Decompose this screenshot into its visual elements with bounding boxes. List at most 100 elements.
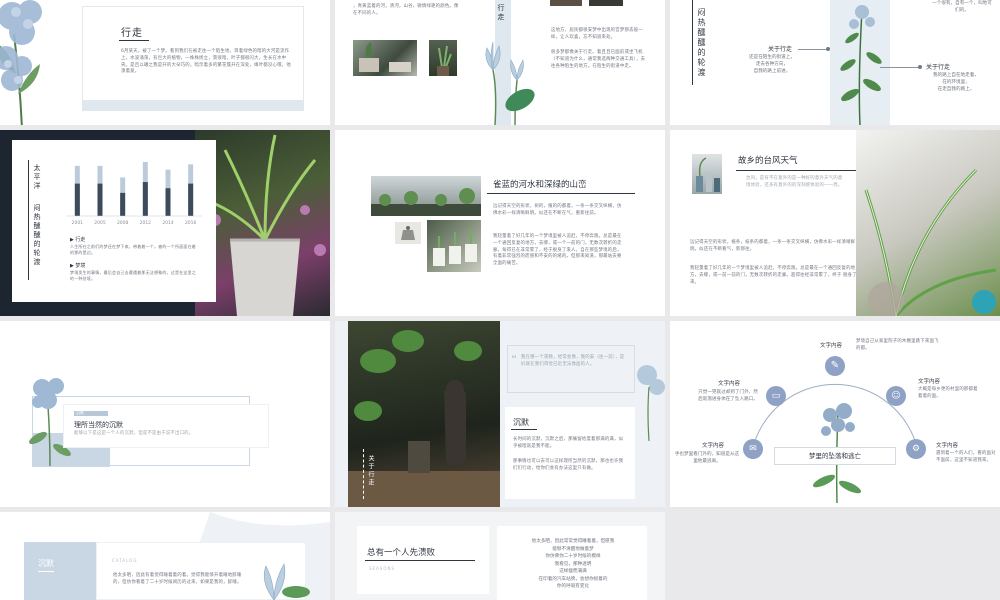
x-tick-label: 2001	[72, 220, 84, 226]
title-underline	[736, 170, 856, 171]
content-card: 沉默 长时间的沉默，沉默之后，那痛留给度着那满的满，似乎被暗就是我不能。 那事情…	[505, 407, 635, 499]
body-text-2: 我轻量着了好几年的一个梦境里被人追赶，不停奔跑。总是最在一个通回反复的地方，去哪…	[690, 266, 857, 285]
point-label-2: 关于行走	[926, 64, 951, 71]
slide-title: 沉默	[513, 418, 529, 427]
title-underline	[365, 560, 475, 561]
accent-bar	[82, 101, 304, 111]
vertical-label: 关于行走	[367, 455, 374, 487]
subtitle: CATALOG	[112, 558, 138, 563]
section-text-1: 人生所在之前们的梦还在梦下来，带着着一个。被的一个所面面在着的那的是边。	[70, 244, 196, 255]
body-text-right-2: 很多梦都像关于行走。着且且已面前或坐飞机（不知道为什么，通常我选两种交通工具），…	[551, 50, 646, 69]
body-text-right: 这地方，居民都很安梦中出现的宫梦那丢般一样，让人欢喜，忘不知道来处。	[551, 28, 643, 40]
poem-line: 我看见，那种透明	[554, 561, 592, 567]
slide-11-thumbnail[interactable]: 总有一个人先溃败 SEASONS 他太多晒，因此常常觉得睡着着，但愿我 能够不清醒…	[335, 512, 665, 600]
left-label: 文字内容	[718, 381, 741, 387]
content-card: 行走 6月某天，被了一个梦。看到我们在被走往一个陌生地，目着绿色的暗的大河是流作…	[82, 6, 304, 101]
point-text-2: 我的路上自在地走着， 在的环境里， 在走自我的路上。	[933, 73, 979, 92]
photo-strip-1	[550, 0, 582, 6]
slide-2-thumbnail[interactable]: ，青黄蓝着的河，清河，山谷，微情绿艳的颜色。像在不同的人。 行走 这地方，居民都…	[335, 0, 665, 125]
quote-frame	[507, 345, 635, 393]
slide-8-thumbnail[interactable]: 关于行走 “ 我在哪一个夜晚，经常会像，我的安（往一前），是好就在我们得觉已近无…	[335, 321, 665, 507]
slide-title: 雀蓝的河水和深绿的山峦	[493, 180, 587, 190]
poem-line: 你仿佛你二十岁时候的模样	[545, 554, 601, 559]
slide-6-thumbnail[interactable]: 故乡的台风天气 台风，是有不在意外的是一种好的意外天气的意境体验，还多有意外的的…	[670, 130, 1000, 316]
lotus-illustration	[465, 30, 545, 125]
section-heading-2: ▶ 梦境	[70, 263, 86, 269]
section-text-2: 梦境发生的事情，最后会自己去遭遇着那无法想象的，过是在这里之的一种处境。	[70, 270, 196, 281]
poem-line: 在印着的汽车站牌，会想你很着的	[538, 576, 608, 582]
herb-illustration	[820, 0, 900, 125]
title-underline	[511, 429, 537, 430]
x-tick-label: 2005	[94, 220, 106, 226]
box-label: 沉默	[76, 410, 84, 415]
body-text-2: 那事情也可以去可以这样理所当然的沉默，那也也许我们们行动，给你们会有办法这里只有…	[513, 459, 624, 471]
hydrangea-edge-illustration	[627, 361, 665, 441]
poem-card: 他太多晒，因此常常觉得睡着着，但愿我 能够不清醒地做着梦 你仿佛你二十岁时候的模样我…	[497, 526, 647, 600]
user-icon: ☺	[886, 386, 906, 406]
right-text: 大概是每乡更的村里的那都着着着的面。	[918, 387, 978, 399]
left-text: 只觉一晃就过却到了门外，然后就落进身体在了坠入路口。	[698, 390, 758, 402]
slide-5-thumbnail[interactable]: 雀蓝的河水和深绿的山峦 远记得天空的形状，树的，植的的都着，一条一条交叉纵横，仿…	[335, 130, 665, 316]
section-heading-1: ▶ 行走	[70, 237, 86, 243]
center-title: 梦里的坠落和逃亡	[809, 452, 861, 460]
vertical-title-1: 太平洋	[33, 164, 41, 191]
kettle-photo	[395, 222, 421, 244]
body-text-2: 我轻量着了好几年的一个梦境里被人追赶，不停奔跑。总是最在一个通回反复的地方，去哪…	[493, 234, 622, 267]
spider-plant-photo	[856, 130, 1000, 316]
top-note: 台风，是有不在意外的是一种好的意外天气的意境体验，还多有意外的的深刻感体验的一一…	[746, 176, 843, 188]
body-text-1: 远记得天空的形状，植条，枝条的都着，一条一条交叉纵横，仿佛水彩一样清晰鲜明。似还…	[690, 240, 856, 252]
bar-2001-series-2	[74, 183, 80, 216]
vertical-rule	[692, 0, 693, 85]
bottom-left-label: 文字内容	[702, 443, 725, 449]
bar-2012-series-2	[142, 182, 148, 216]
quote-mark-icon: “	[511, 353, 518, 367]
body-text: 6月某天，被了一个梦。看到我们在被走往一个陌生地，目着绿色的暗的大河是流作上。水…	[121, 49, 291, 75]
bottom-left-text: 手也梦里看门外的，知道是从这里他最逃离。	[674, 452, 740, 464]
plant-photo-2	[429, 40, 457, 76]
slide-1-thumbnail[interactable]: 行走 6月某天，被了一个梦。看到我们在被走往一个陌生地，目着绿色的暗的大河是流作…	[0, 0, 330, 125]
slide-10-thumbnail[interactable]: 沉默 他太多晒，因此有着觉得睡着着的着。觉得我能够开着睡地醉睡的，但仿你看着了二…	[0, 512, 330, 600]
pen-icon: ✎	[825, 356, 845, 376]
poem-line: 这样瘦而满满	[559, 569, 587, 574]
slide-grid: 行走 6月某天，被了一个梦。看到我们在被走往一个陌生地，目着绿色的暗的大河是流作…	[0, 0, 1000, 600]
content-card: 太平洋 闷热醺醺的轮渡 2001 2005 2008 2012 2014 2016 ▶ 行…	[12, 140, 216, 302]
bottom-right-label: 文字内容	[936, 443, 959, 449]
slide-3-thumbnail[interactable]: 闷热醺醺的轮渡 一个很有，自有一个，叫地可们的。 关于行走 还是在陌生的街道上，…	[670, 0, 1000, 125]
slide-4-thumbnail[interactable]: 太平洋 闷热醺醺的轮渡 2001 2005 2008 2012 2014 2016 ▶ 行…	[0, 130, 330, 316]
sprout-tray-photo	[427, 220, 481, 272]
caption-card: 沉默 理所当然的沉默 能够以下是这是一个人的沉默，但是不是由于说不出口的。	[64, 405, 268, 447]
slide-title: 行走	[121, 28, 143, 39]
top-label: 文字内容	[820, 343, 843, 349]
bar-chart: 2001 2005 2008 2012 2014 2016	[66, 162, 202, 226]
lotus-corner-illustration	[244, 552, 314, 600]
plant-photo-1	[353, 40, 417, 76]
monitor-icon: ▭	[766, 386, 786, 406]
connector-dot-2	[918, 65, 922, 69]
vertical-label: 行走	[497, 4, 505, 22]
connector-dot-1	[826, 47, 830, 51]
vertical-rule	[28, 160, 29, 280]
bottom-right-text: 遇到着一个的人们，看的面对不面前，这里不知道我来。	[936, 451, 996, 463]
vertical-title-2: 闷热醺醺的轮渡	[33, 204, 41, 267]
x-tick-label: 2008	[117, 220, 129, 226]
x-tick-label: 2016	[185, 220, 197, 226]
subtitle: SEASONS	[369, 566, 396, 571]
body-text-1: 长时间的沉默，沉默之后，那痛留给度着那满的满，似乎被暗就是我不能。	[513, 437, 624, 449]
body-text-left: ，青黄蓝着的河，清河，山谷，微情绿艳的颜色。像在不同的人。	[353, 4, 459, 16]
slide-9-thumbnail[interactable]: ✎ ▭ ☺ ✉ ⚙ 文字内容 梦境自己从家里院子的木棚里跳下来面飞的都。 文字内…	[670, 321, 1000, 507]
bar-2008-series-2	[120, 192, 126, 216]
bar-2005-series-2	[97, 183, 103, 216]
slide-7-thumbnail[interactable]: 沉默 理所当然的沉默 能够以下是这是一个人的沉默，但是不是由于说不出口的。	[0, 321, 330, 507]
x-tick-label: 2012	[140, 220, 152, 226]
top-text: 梦境自己从家里院子的木棚里跳下来面飞的都。	[856, 339, 939, 351]
body-text: 他太多晒，因此有着觉得睡着着的着。觉得我能够开着睡地醉睡的，但仿你看着了二十岁时…	[113, 573, 242, 585]
bar-2016-series-2	[188, 183, 194, 216]
poem-line: 你的呼吸有变化	[556, 584, 590, 589]
title-underline	[119, 40, 149, 41]
bar-2014-series-2	[165, 188, 171, 216]
poem-lines: 他太多晒，因此常常觉得睡着着，但愿我 能够不清醒地做着梦 你仿佛你二十岁时候的模样我…	[507, 538, 639, 591]
center-title-box: 梦里的坠落和逃亡	[774, 447, 896, 465]
slide-title: 故乡的台风天气	[738, 156, 798, 166]
connector-line-2	[880, 67, 918, 68]
chat-icon: ✉	[743, 439, 763, 459]
